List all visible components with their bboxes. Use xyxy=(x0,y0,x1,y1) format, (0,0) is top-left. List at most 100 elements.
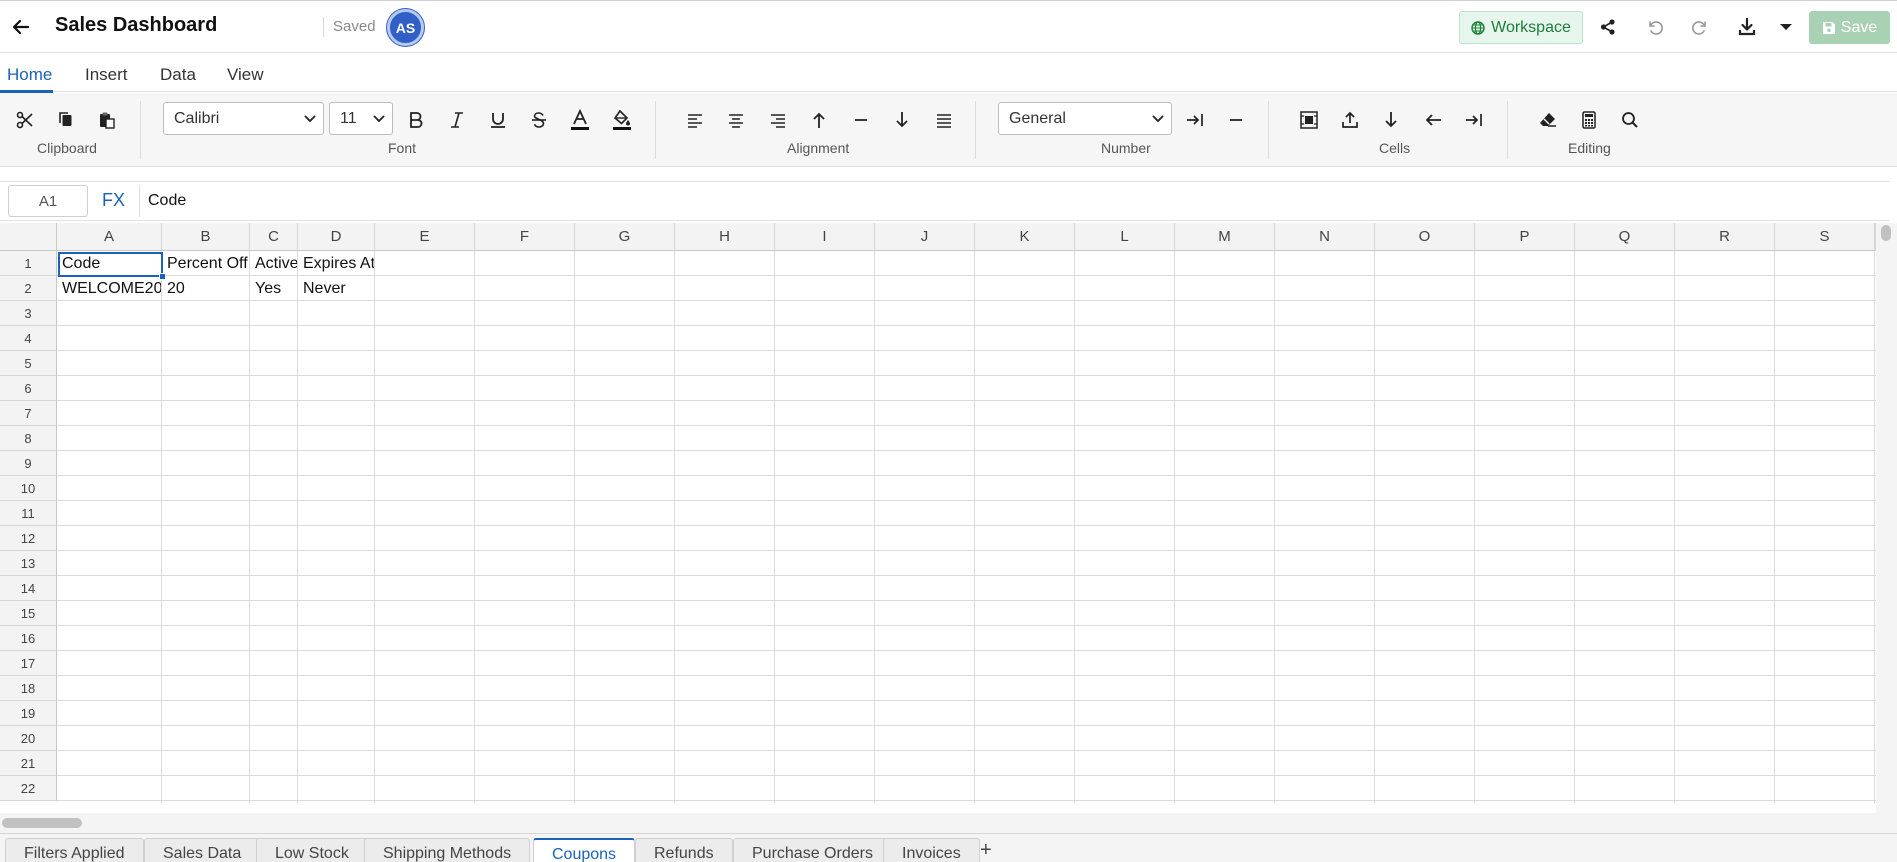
column-header[interactable]: F xyxy=(475,223,575,251)
fill-handle[interactable] xyxy=(159,273,166,280)
column-header[interactable]: I xyxy=(775,223,875,251)
document-title[interactable]: Sales Dashboard xyxy=(55,14,217,37)
column-header[interactable]: L xyxy=(1075,223,1175,251)
row-header[interactable]: 22 xyxy=(0,776,57,801)
row-header[interactable]: 2 xyxy=(0,276,57,301)
row-header[interactable]: 11 xyxy=(0,501,57,526)
italic-icon[interactable] xyxy=(444,107,470,133)
download-icon[interactable] xyxy=(1734,14,1760,40)
sheet-tab-invoices[interactable]: Invoices xyxy=(883,838,980,862)
caret-down-icon[interactable] xyxy=(1773,14,1799,40)
cell-b2[interactable]: 20 xyxy=(162,276,249,301)
cell-d2[interactable]: Never xyxy=(298,276,374,301)
column-header[interactable]: E xyxy=(375,223,475,251)
cell-b1[interactable]: Percent Off xyxy=(162,251,249,276)
row-header[interactable]: 14 xyxy=(0,576,57,601)
row-header[interactable]: 4 xyxy=(0,326,57,351)
column-header[interactable]: Q xyxy=(1575,223,1675,251)
vertical-scrollbar[interactable] xyxy=(1876,223,1897,833)
eraser-icon[interactable] xyxy=(1535,107,1561,133)
paste-icon[interactable] xyxy=(94,107,120,133)
arrow-left-icon[interactable] xyxy=(1420,107,1446,133)
save-button[interactable]: Save xyxy=(1809,11,1890,44)
align-middle-icon[interactable] xyxy=(848,107,874,133)
user-avatar[interactable]: AS xyxy=(387,9,424,46)
row-header[interactable]: 8 xyxy=(0,426,57,451)
sheet-tab-refunds[interactable]: Refunds xyxy=(635,838,733,862)
row-header[interactable]: 18 xyxy=(0,676,57,701)
row-header[interactable]: 13 xyxy=(0,551,57,576)
sheet-tab-purchase-orders[interactable]: Purchase Orders xyxy=(733,838,892,862)
sheet-tab-low-stock[interactable]: Low Stock xyxy=(256,838,368,862)
column-header[interactable]: G xyxy=(575,223,675,251)
vertical-scroll-thumb[interactable] xyxy=(1881,225,1891,241)
row-header[interactable]: 7 xyxy=(0,401,57,426)
row-header[interactable]: 3 xyxy=(0,301,57,326)
column-header[interactable]: P xyxy=(1475,223,1575,251)
horizontal-scroll-thumb[interactable] xyxy=(2,818,82,828)
font-size-select[interactable]: 11 xyxy=(329,102,393,135)
font-color-icon[interactable] xyxy=(567,107,593,133)
search-icon[interactable] xyxy=(1617,107,1643,133)
tab-insert[interactable]: Insert xyxy=(85,65,128,85)
arrow-right-bar-icon[interactable] xyxy=(1461,107,1487,133)
bold-icon[interactable] xyxy=(403,107,429,133)
cell-c2[interactable]: Yes xyxy=(250,276,297,301)
horizontal-scrollbar[interactable] xyxy=(0,813,1876,833)
align-top-icon[interactable] xyxy=(806,107,832,133)
column-header[interactable]: S xyxy=(1775,223,1875,251)
redo-icon[interactable] xyxy=(1688,14,1714,40)
row-header[interactable]: 1 xyxy=(0,251,57,276)
tab-home[interactable]: Home xyxy=(7,65,52,85)
row-header[interactable]: 21 xyxy=(0,751,57,776)
workspace-button[interactable]: Workspace xyxy=(1459,11,1583,44)
fill-color-icon[interactable] xyxy=(609,107,635,133)
align-left-icon[interactable] xyxy=(682,107,708,133)
row-header[interactable]: 17 xyxy=(0,651,57,676)
font-family-select[interactable]: Calibri xyxy=(163,102,324,135)
column-header[interactable]: O xyxy=(1375,223,1475,251)
column-header[interactable]: H xyxy=(675,223,775,251)
column-header[interactable]: R xyxy=(1675,223,1775,251)
number-format-select[interactable]: General xyxy=(998,102,1172,135)
cell-d1[interactable]: Expires At xyxy=(298,251,374,276)
cell-a2[interactable]: WELCOME20 xyxy=(57,276,161,301)
select-all-corner[interactable] xyxy=(0,223,57,251)
cut-icon[interactable] xyxy=(12,107,38,133)
sheet-tab-shipping-methods[interactable]: Shipping Methods xyxy=(364,838,531,862)
insert-cells-icon[interactable] xyxy=(1337,107,1363,133)
add-sheet-button[interactable]: + xyxy=(980,839,992,862)
decrease-decimal-icon[interactable] xyxy=(1223,107,1249,133)
cell-reference-box[interactable]: A1 xyxy=(8,185,88,217)
wrap-text-icon[interactable] xyxy=(931,107,957,133)
tab-view[interactable]: View xyxy=(227,65,264,85)
calculator-icon[interactable] xyxy=(1576,107,1602,133)
undo-icon[interactable] xyxy=(1641,14,1667,40)
underline-icon[interactable] xyxy=(485,107,511,133)
row-header[interactable]: 20 xyxy=(0,726,57,751)
strikethrough-icon[interactable] xyxy=(526,107,552,133)
tab-data[interactable]: Data xyxy=(160,65,196,85)
row-header[interactable]: 12 xyxy=(0,526,57,551)
spreadsheet-grid[interactable]: A B C D E F G H I J K L M N O P Q R S 1 2 3 4 5 6 7 8 9 10 11 12 13 14 15… xyxy=(0,223,1876,803)
row-header[interactable]: 15 xyxy=(0,601,57,626)
column-header[interactable]: M xyxy=(1175,223,1275,251)
row-header[interactable]: 6 xyxy=(0,376,57,401)
align-right-icon[interactable] xyxy=(765,107,791,133)
sheet-tab-coupons[interactable]: Coupons xyxy=(533,838,636,862)
cell-c1[interactable]: Active xyxy=(250,251,297,276)
increase-decimal-icon[interactable] xyxy=(1182,107,1208,133)
row-header[interactable]: 19 xyxy=(0,701,57,726)
share-icon[interactable] xyxy=(1595,14,1621,40)
row-header[interactable]: 10 xyxy=(0,476,57,501)
row-header[interactable]: 16 xyxy=(0,626,57,651)
column-header[interactable]: K xyxy=(975,223,1075,251)
row-header[interactable]: 9 xyxy=(0,451,57,476)
sheet-tab-filters-applied[interactable]: Filters Applied xyxy=(5,838,144,862)
copy-icon[interactable] xyxy=(53,107,79,133)
arrow-down-icon[interactable] xyxy=(1378,107,1404,133)
format-cells-icon[interactable] xyxy=(1296,107,1322,133)
column-header[interactable]: N xyxy=(1275,223,1375,251)
back-arrow-icon[interactable] xyxy=(8,14,34,40)
column-header[interactable]: A xyxy=(57,223,162,251)
